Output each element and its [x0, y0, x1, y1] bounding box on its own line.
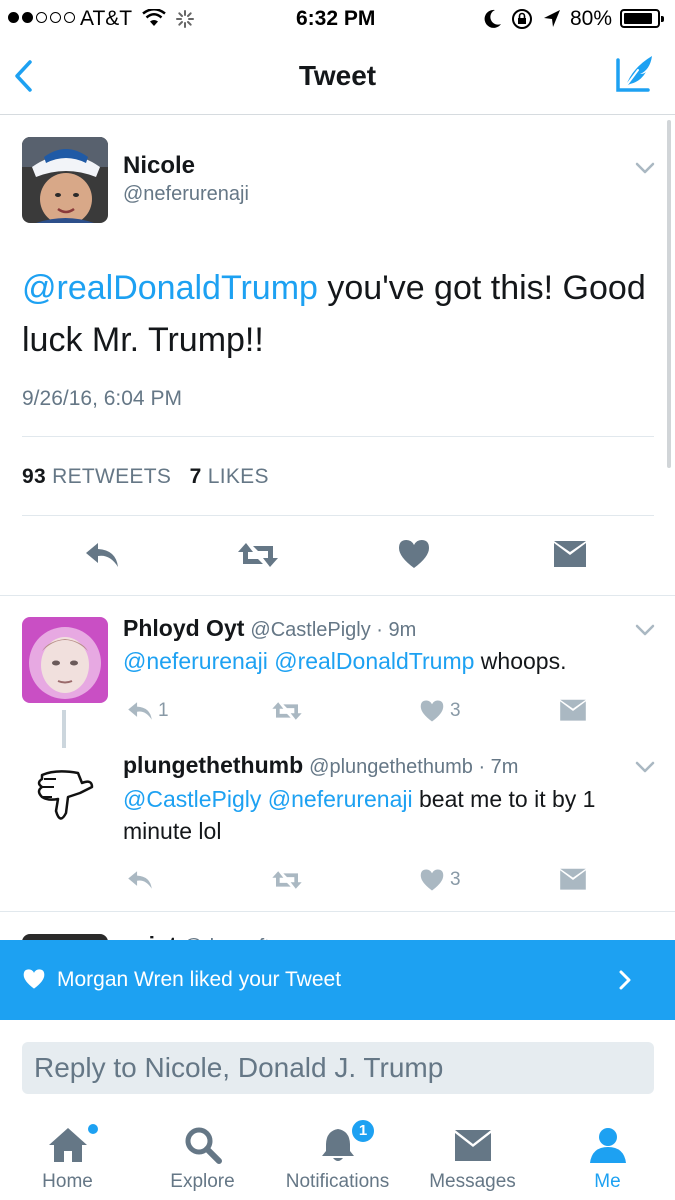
direct-message-icon[interactable]: [553, 540, 587, 570]
like-icon[interactable]: [397, 538, 431, 570]
reply-body: whoops.: [474, 648, 567, 674]
location-arrow-icon: [544, 10, 560, 27]
direct-message-icon[interactable]: [559, 699, 587, 723]
like-label[interactable]: LIKES: [208, 465, 269, 488]
retweet-icon[interactable]: [270, 869, 304, 891]
reply-icon[interactable]: [126, 700, 154, 722]
direct-message-icon[interactable]: [559, 868, 587, 892]
reply-count: 1: [158, 700, 169, 721]
status-bar: AT&T 6:32 PM 80%: [0, 0, 675, 38]
author-name[interactable]: Nicole: [123, 152, 195, 180]
thread-connector: [62, 710, 66, 748]
tab-label: Messages: [429, 1171, 516, 1192]
retweet-count[interactable]: 93: [22, 465, 46, 488]
retweet-label[interactable]: RETWEETS: [52, 465, 171, 488]
reply-author[interactable]: plungethethumb @plungethethumb · 7m: [123, 752, 518, 779]
tab-notifications[interactable]: 1 Notifications: [270, 1110, 405, 1200]
mention-link[interactable]: @realDonaldTrump: [274, 648, 474, 674]
divider: [0, 595, 675, 596]
tab-me[interactable]: Me: [540, 1110, 675, 1200]
battery-icon: [620, 9, 664, 28]
retweet-icon[interactable]: [270, 700, 304, 722]
page-title: Tweet: [298, 60, 377, 91]
like-icon[interactable]: [419, 868, 445, 892]
avatar[interactable]: [22, 753, 108, 839]
compose-tweet-icon[interactable]: [614, 52, 656, 94]
tab-home[interactable]: Home: [0, 1110, 135, 1200]
reply-author-name[interactable]: Phloyd Oyt: [123, 615, 244, 641]
notification-text: Morgan Wren liked your Tweet: [57, 968, 342, 991]
search-icon: [185, 1127, 222, 1164]
chevron-right-icon[interactable]: [618, 970, 632, 990]
battery-percent: 80%: [570, 7, 613, 30]
chevron-down-icon[interactable]: [635, 162, 655, 174]
reply-text: @neferurenaji @realDonaldTrump whoops.: [123, 645, 653, 677]
nav-bar: Tweet: [0, 38, 675, 115]
chevron-down-icon[interactable]: [635, 761, 655, 773]
reply-icon[interactable]: [84, 540, 120, 570]
activity-spinner-icon: [176, 10, 194, 28]
reply-input[interactable]: Reply to Nicole, Donald J. Trump: [22, 1042, 654, 1094]
home-icon: [48, 1128, 87, 1162]
tab-bar: Home Explore 1 Notifications Messages Me: [0, 1110, 675, 1200]
avatar[interactable]: [22, 617, 108, 703]
profile-icon: [589, 1128, 626, 1163]
notification-badge: 1: [350, 1118, 376, 1144]
reply-author[interactable]: Phloyd Oyt @CastlePigly · 9m: [123, 615, 416, 642]
like-count[interactable]: 7: [190, 465, 202, 488]
author-handle[interactable]: @neferurenaji: [123, 183, 249, 206]
tweet-text: @realDonaldTrump you've got this! Good l…: [22, 262, 662, 366]
tab-label: Notifications: [285, 1171, 390, 1192]
moon-icon: [484, 9, 501, 28]
reply-author-handle[interactable]: @plungethethumb · 7m: [309, 756, 518, 778]
heart-icon: [23, 969, 45, 989]
signal-strength-icon: [8, 12, 75, 23]
avatar[interactable]: [22, 137, 108, 223]
scrollbar[interactable]: [667, 120, 671, 468]
clock: 6:32 PM: [296, 7, 376, 30]
envelope-icon: [454, 1130, 491, 1161]
mention-link[interactable]: @neferurenaji: [123, 648, 268, 674]
notification-banner[interactable]: Morgan Wren liked your Tweet: [0, 940, 675, 1020]
tab-label: Me: [594, 1171, 621, 1192]
thumbs-down-icon: [37, 770, 94, 820]
retweet-icon[interactable]: [236, 540, 280, 570]
reply-author-handle[interactable]: @CastlePigly · 9m: [250, 619, 416, 641]
tab-explore[interactable]: Explore: [135, 1110, 270, 1200]
wifi-icon: [142, 9, 166, 26]
reply-author-name[interactable]: plungethethumb: [123, 752, 303, 778]
like-count: 3: [450, 700, 461, 721]
tab-messages[interactable]: Messages: [405, 1110, 540, 1200]
tweet-stats: 93 RETWEETS 7 LIKES: [22, 465, 269, 489]
divider: [22, 515, 654, 516]
carrier-label: AT&T: [80, 7, 133, 30]
divider: [22, 436, 654, 437]
mention-link[interactable]: @realDonaldTrump: [22, 269, 318, 307]
rotation-lock-icon: [512, 9, 532, 29]
tweet-timestamp: 9/26/16, 6:04 PM: [22, 387, 182, 410]
reply-icon[interactable]: [126, 869, 154, 891]
chevron-down-icon[interactable]: [635, 624, 655, 636]
new-content-dot: [88, 1124, 98, 1134]
like-icon[interactable]: [419, 699, 445, 723]
mention-link[interactable]: @neferurenaji: [268, 786, 413, 812]
tab-label: Home: [42, 1171, 93, 1192]
tab-label: Explore: [170, 1171, 235, 1192]
like-count: 3: [450, 869, 461, 890]
reply-text: @CastlePigly @neferurenaji beat me to it…: [123, 783, 653, 847]
reply-composer: Reply to Nicole, Donald J. Trump: [0, 1020, 675, 1110]
mention-link[interactable]: @CastlePigly: [123, 786, 261, 812]
